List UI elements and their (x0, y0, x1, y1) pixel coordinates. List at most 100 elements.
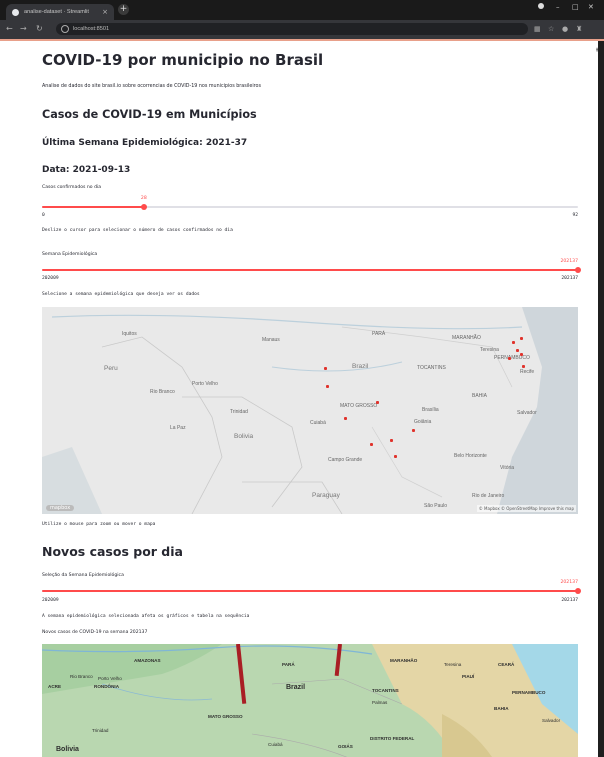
week-slider-thumb[interactable] (575, 267, 581, 273)
url-field[interactable]: localhost:8501 (56, 23, 528, 35)
address-bar-row: ← → ↻ localhost:8501 ▦ ☆ ● ♜ (0, 20, 604, 40)
map2-label-pernambuco: PERNAMBUCO (512, 690, 546, 695)
case-point[interactable] (370, 443, 373, 446)
map1-label-rio: Rio de Janeiro (472, 493, 505, 499)
page-subtitle: Analise de dados do site brasil.io sobre… (42, 84, 261, 89)
map1-label-salvador: Salvador (517, 410, 537, 416)
case-point[interactable] (508, 357, 511, 360)
map2-label-para: PARÁ (282, 662, 295, 667)
map1-label-trinidad: Trinidad (230, 409, 248, 415)
map2-label-salvador: Salvador (542, 718, 561, 723)
streamlit-page: ≡ COVID-19 por municipio no Brasil Anali… (0, 41, 598, 757)
new-cases-map-base (42, 644, 578, 757)
case-point[interactable] (324, 367, 327, 370)
case-point[interactable] (516, 349, 519, 352)
map1-label-iquitos: Iquitos (122, 331, 137, 337)
map2-label-amazonas: AMAZONAS (134, 658, 161, 663)
section2-help: A semana epidemiológica selecionada afet… (42, 614, 250, 619)
close-window-icon[interactable]: ✕ (588, 3, 594, 11)
cases-map-base (42, 307, 578, 514)
week-slider[interactable]: 202137 (42, 259, 581, 273)
cases-slider-thumb[interactable] (140, 204, 147, 210)
new-tab-button[interactable]: + (118, 4, 129, 15)
week2-slider-value: 202137 (560, 580, 578, 585)
case-point[interactable] (376, 401, 379, 404)
cases-slider-value: 28 (140, 196, 147, 201)
grid-icon[interactable]: ▦ (534, 25, 541, 33)
chart-caption: Novos casos de COVID-19 na semana 202137 (42, 630, 148, 635)
week-slider-value: 202137 (560, 259, 578, 264)
cases-slider-min: 0 (42, 213, 45, 218)
browser-tab[interactable]: analise-dataset · Streamlit × (6, 4, 114, 20)
map1-label-belo-horizonte: Belo Horizonte (454, 453, 487, 459)
map1-label-lapaz: La Paz (170, 425, 186, 431)
week-slider-label: Semana Epidemiológica (42, 252, 98, 257)
maximize-icon[interactable]: □ (572, 3, 579, 11)
back-icon[interactable]: ← (6, 24, 13, 33)
map1-label-bahia: BAHIA (472, 393, 488, 399)
map2-label-rondonia: RONDÔNIA (94, 684, 120, 689)
case-point[interactable] (512, 341, 515, 344)
map1-label-teresina: Teresina (480, 347, 499, 353)
tab-title: analise-dataset · Streamlit (24, 9, 89, 15)
week-heading: Última Semana Epidemiológica: 2021-37 (42, 138, 248, 148)
tab-close-icon[interactable]: × (102, 8, 108, 16)
map1-attribution[interactable]: © Mapbox © OpenStreetMap Improve this ma… (476, 505, 576, 512)
cases-slider[interactable]: 28 (42, 196, 578, 210)
case-point[interactable] (412, 429, 415, 432)
map2-label-maranhao: MARANHÃO (390, 658, 418, 663)
extensions-icon[interactable]: ♜ (576, 25, 582, 33)
map1-label-rio-branco: Rio Branco (150, 389, 175, 395)
map2-label-teresina: Teresina (444, 662, 462, 667)
url-text: localhost:8501 (73, 26, 110, 32)
reload-icon[interactable]: ↻ (36, 24, 43, 33)
map2-label-acre: ACRE (48, 684, 62, 689)
map2-label-trinidad: Trinidad (92, 728, 109, 733)
map1-help: Utilize o mouse para zoom ou mover o map… (42, 522, 156, 527)
case-point[interactable] (394, 455, 397, 458)
forward-icon[interactable]: → (20, 24, 27, 33)
bookmark-star-icon[interactable]: ☆ (548, 25, 554, 33)
case-point[interactable] (344, 417, 347, 420)
map1-label-paraguay: Paraguay (312, 492, 340, 499)
case-point[interactable] (326, 385, 329, 388)
mapbox-logo[interactable]: mapbox (46, 505, 75, 511)
cases-slider-fill (42, 206, 144, 208)
profile-icon[interactable] (538, 3, 544, 9)
map2-label-brazil: Brazil (286, 684, 306, 691)
date-heading: Data: 2021-09-13 (42, 165, 131, 175)
section1-title: Casos de COVID-19 em Municípios (42, 108, 257, 121)
map2-label-bolivia: Bolivia (56, 746, 79, 753)
hamburger-menu-icon[interactable]: ≡ (595, 45, 598, 54)
week2-slider-thumb[interactable] (575, 588, 581, 594)
week-slider-help: Selecione a semana epidemiológica que de… (42, 292, 200, 297)
streamlit-favicon-icon (12, 8, 19, 16)
week-slider-max: 202137 (561, 276, 578, 281)
profile-avatar-icon[interactable]: ● (562, 25, 568, 33)
case-point[interactable] (520, 337, 523, 340)
map2-label-goias: GOIÁS (338, 744, 353, 749)
site-info-icon[interactable] (61, 25, 69, 33)
week2-slider[interactable]: 202137 (42, 580, 581, 594)
case-point[interactable] (520, 353, 523, 356)
week-slider-fill (42, 269, 578, 271)
cases-slider-help: Deslize o cursor para selecionar o númer… (42, 228, 233, 233)
map1-label-campo-grande: Campo Grande (328, 457, 363, 463)
case-point[interactable] (390, 439, 393, 442)
case-point[interactable] (522, 365, 525, 368)
map1-label-para: PARÁ (372, 331, 386, 337)
map1-label-pernambuco: PERNAMBUCO (494, 355, 530, 361)
tab-strip: analise-dataset · Streamlit × + – □ ✕ (0, 0, 604, 20)
map2-label-rio-branco: Rio Branco (70, 674, 93, 679)
map2-label-distrito: DISTRITO FEDERAL (370, 736, 415, 741)
map2-label-cuiaba: Cuiabá (268, 742, 283, 747)
cases-slider-label: Casos confirmados no dia (42, 185, 102, 190)
map2-label-palmas: Palmas (372, 700, 388, 705)
map1-label-brasilia: Brasília (422, 407, 439, 413)
new-cases-map[interactable]: AMAZONAS ACRE Rio Branco Porto Velho RON… (42, 644, 578, 757)
map1-label-recife: Recife (520, 369, 535, 375)
week2-slider-label: Seleção da Semana Epidemiológica (42, 573, 124, 578)
minimize-icon[interactable]: – (556, 3, 560, 11)
map1-label-tocantins: TOCANTINS (417, 365, 446, 371)
cases-map[interactable]: Peru Brazil Bolivia Paraguay La Paz Trin… (42, 307, 578, 514)
